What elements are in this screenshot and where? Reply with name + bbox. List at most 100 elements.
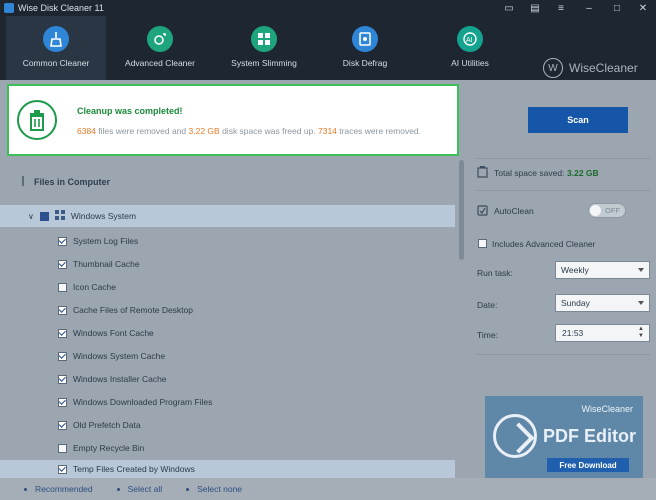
item-label: Cache Files of Remote Desktop (73, 305, 193, 315)
item-checkbox[interactable] (58, 259, 67, 269)
total-space-value: 3.22 GB (567, 168, 599, 178)
autoclean-label: AutoClean (494, 206, 534, 216)
scan-button[interactable]: Scan (528, 107, 628, 133)
item-checkbox[interactable] (58, 420, 67, 430)
list-item[interactable]: Windows Installer Cache (0, 368, 455, 390)
space-freed-value: 3.22 GB (188, 126, 220, 136)
run-task-value: Weekly (561, 265, 589, 275)
group-checkbox[interactable] (39, 211, 49, 221)
disk-icon (477, 166, 488, 180)
item-checkbox[interactable] (58, 305, 67, 315)
pdf-editor-ad[interactable]: WiseCleaner PDF Editor Free Download (485, 396, 643, 478)
divider (476, 190, 650, 191)
run-task-label: Run task: (477, 268, 513, 278)
run-task-select[interactable]: Weekly (555, 261, 650, 279)
date-select[interactable]: Sunday (555, 294, 650, 312)
select-all-link[interactable]: Select all (117, 484, 163, 494)
ad-title: PDF Editor (543, 426, 636, 446)
free-download-button[interactable]: Free Download (547, 458, 629, 472)
title-bar: Wise Disk Cleaner 11 ▭ ▤ ≡ – □ ✕ (0, 0, 656, 16)
item-label: Windows System Cache (73, 351, 166, 361)
item-label: Windows Downloaded Program Files (73, 397, 213, 407)
item-checkbox[interactable] (58, 443, 67, 453)
dropdown-arrow-icon (638, 301, 644, 305)
ai-icon: AI (457, 26, 483, 52)
list-item[interactable]: Thumbnail Cache (0, 253, 455, 275)
svg-text:AI: AI (466, 37, 473, 44)
close-icon[interactable]: ✕ (632, 0, 654, 16)
cleanup-complete-notice: Cleanup was completed! 6384 files were r… (7, 84, 459, 156)
list-item[interactable]: Empty Recycle Bin (0, 437, 455, 459)
includes-advanced-checkbox[interactable] (478, 239, 487, 248)
includes-advanced-label: Includes Advanced Cleaner (492, 239, 596, 249)
date-label: Date: (477, 300, 498, 310)
select-none-link[interactable]: Select none (186, 484, 242, 494)
item-checkbox[interactable] (58, 464, 67, 474)
autoclean-toggle[interactable]: OFF (588, 203, 626, 218)
nav-disk-defrag[interactable]: Disk Defrag (318, 16, 412, 80)
autoclean-icon (477, 204, 488, 218)
windows-logo-icon (54, 210, 65, 222)
wisecleaner-w-icon: W (543, 58, 563, 78)
chevron-down-icon[interactable]: ∨ (28, 212, 34, 221)
top-navigation: Common Cleaner Advanced Cleaner System S… (0, 16, 656, 80)
item-label: Old Prefetch Data (73, 420, 141, 430)
item-checkbox[interactable] (58, 397, 67, 407)
item-checkbox[interactable] (58, 236, 67, 246)
minimize-icon[interactable]: – (578, 0, 600, 16)
item-checkbox[interactable] (58, 351, 67, 361)
nav-label: Advanced Cleaner (125, 58, 195, 68)
broom-icon (43, 26, 69, 52)
menu-icon[interactable]: ≡ (550, 0, 572, 16)
wisecleaner-logo: W WiseCleaner (543, 56, 638, 80)
list-item[interactable]: Icon Cache (0, 276, 455, 298)
app-title: Wise Disk Cleaner 11 (18, 3, 104, 13)
item-label: Icon Cache (73, 282, 116, 292)
date-value: Sunday (561, 298, 590, 308)
item-label: Temp Files Created by Windows (73, 464, 195, 474)
nav-system-slimming[interactable]: System Slimming (214, 16, 314, 80)
time-value: 21:53 (562, 328, 584, 338)
list-item[interactable]: Windows Downloaded Program Files (0, 391, 455, 413)
item-label: Windows Font Cache (73, 328, 154, 338)
pdf-editor-arrow-icon (493, 414, 537, 458)
advanced-icon (147, 26, 173, 52)
list-item[interactable]: Cache Files of Remote Desktop (0, 299, 455, 321)
list-item[interactable]: System Log Files (0, 230, 455, 252)
item-checkbox[interactable] (58, 282, 67, 292)
item-label: Empty Recycle Bin (73, 443, 145, 453)
time-label: Time: (477, 330, 498, 340)
app-logo-icon (4, 3, 14, 13)
trash-bin-icon (17, 100, 57, 140)
windows-icon (251, 26, 277, 52)
group-row-windows-system[interactable]: ∨ Windows System (0, 205, 455, 227)
divider (476, 158, 650, 159)
item-label: System Log Files (73, 236, 139, 246)
chat-icon[interactable]: ▭ (498, 0, 520, 16)
nav-common-cleaner[interactable]: Common Cleaner (6, 16, 106, 80)
item-label: Windows Installer Cache (73, 374, 167, 384)
spinner-arrows-icon[interactable]: ▲ ▼ (638, 326, 644, 340)
item-checkbox[interactable] (58, 374, 67, 384)
section-title: Files in Computer (34, 177, 111, 187)
list-item[interactable]: Old Prefetch Data (0, 414, 455, 436)
list-item[interactable]: Windows System Cache (0, 345, 455, 367)
traces-removed-count: 7314 (318, 126, 337, 136)
nav-advanced-cleaner[interactable]: Advanced Cleaner (110, 16, 210, 80)
list-item[interactable]: Windows Font Cache (0, 322, 455, 344)
defrag-icon (352, 26, 378, 52)
item-label: Thumbnail Cache (73, 259, 140, 269)
list-scrollbar[interactable] (459, 160, 464, 260)
recommended-link[interactable]: Recommended (24, 484, 93, 494)
time-spinner[interactable]: 21:53 ▲ ▼ (555, 324, 650, 342)
dropdown-arrow-icon (638, 268, 644, 272)
notes-icon[interactable]: ▤ (524, 0, 546, 16)
list-item[interactable]: Temp Files Created by Windows (0, 460, 455, 478)
nav-ai-utilities[interactable]: AI AI Utilities (420, 16, 520, 80)
nav-label: System Slimming (231, 58, 297, 68)
item-checkbox[interactable] (58, 328, 67, 338)
maximize-icon[interactable]: □ (606, 0, 628, 16)
nav-label: Disk Defrag (342, 58, 388, 68)
notice-summary: 6384 files were removed and 3.22 GB disk… (77, 126, 422, 136)
files-removed-count: 6384 (77, 126, 96, 136)
